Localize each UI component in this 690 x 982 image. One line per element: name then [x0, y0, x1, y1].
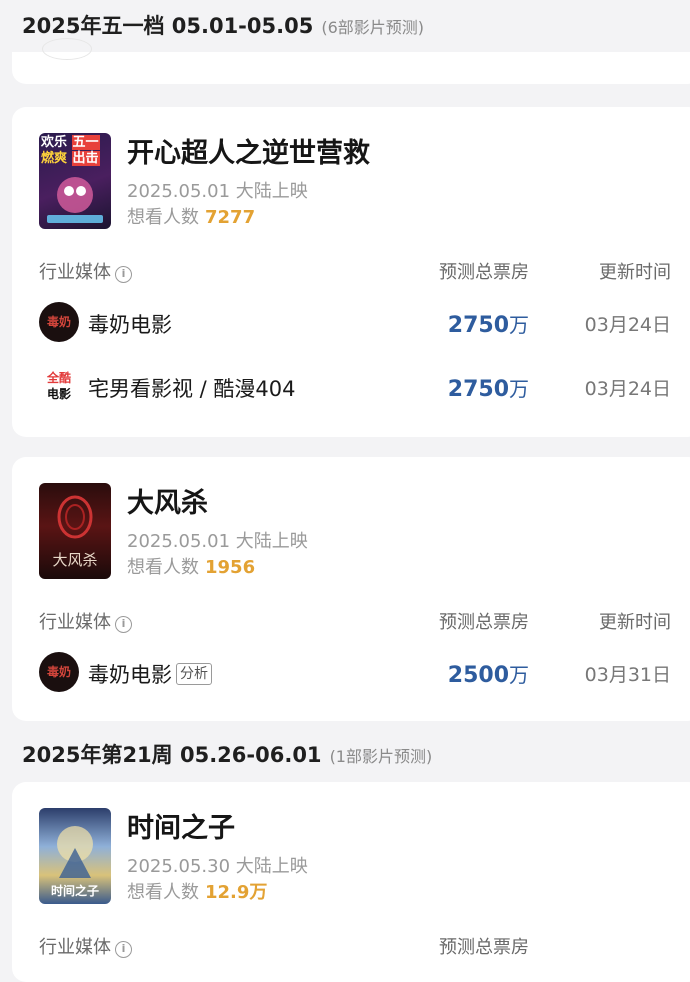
- predicted-box-office: 2750万: [448, 309, 529, 338]
- want-number: 1956: [205, 557, 256, 578]
- movie-title[interactable]: 大风杀: [127, 481, 208, 520]
- poster-text: 欢乐: [41, 135, 68, 150]
- poster-text: 五一: [71, 135, 100, 150]
- box-office-number: 2750: [447, 377, 509, 402]
- box-office-column-header: 预测总票房: [439, 612, 529, 633]
- want-number: 12.9万: [205, 882, 268, 903]
- box-office-unit: 万: [509, 313, 529, 337]
- media-column-header: 行业媒体 i: [39, 258, 132, 284]
- movie-card-2[interactable]: 大风杀 大风杀 2025.05.01 大陆上映 想看人数 1956 行业媒体 i 预…: [12, 457, 690, 721]
- movie-title[interactable]: 时间之子: [127, 806, 235, 845]
- info-icon[interactable]: i: [115, 266, 132, 283]
- release-date: 2025.05.30 大陆上映: [127, 856, 308, 877]
- media-column-label: 行业媒体: [39, 612, 111, 633]
- release-date: 2025.05.01 大陆上映: [127, 181, 308, 202]
- poster-text: 大风杀: [52, 551, 98, 569]
- section-header-week21: 2025年第21周 05.26-06.01 (1部影片预测): [22, 739, 432, 769]
- section-title: 2025年第21周 05.26-06.01: [22, 743, 322, 767]
- update-time: 03月31日: [584, 664, 671, 686]
- box-office-unit: 万: [509, 377, 529, 401]
- poster-text: 时间之子: [50, 884, 99, 898]
- poster-text: 燃爽: [41, 151, 68, 166]
- analysis-tag[interactable]: 分析: [176, 663, 212, 685]
- media-name[interactable]: 毒奶电影: [88, 309, 172, 339]
- box-office-column-header: 预测总票房: [439, 937, 529, 958]
- section-count: (6部影片预测): [321, 18, 424, 37]
- want-label: 想看人数: [127, 882, 199, 903]
- dunai-logo-icon: 毒奶: [39, 652, 79, 692]
- media-column-label: 行业媒体: [39, 937, 111, 958]
- media-name[interactable]: 毒奶电影 分析: [88, 659, 212, 689]
- box-office-unit: 万: [509, 663, 529, 687]
- avatar: [42, 38, 92, 60]
- want-label: 想看人数: [127, 557, 199, 578]
- box-office-number: 2750: [447, 313, 509, 338]
- dunai-logo-icon: 毒奶: [39, 302, 79, 342]
- movie-card-3[interactable]: 时间之子 时间之子 2025.05.30 大陆上映 想看人数 12.9万 行业媒体…: [12, 782, 690, 982]
- want-count: 想看人数 12.9万: [127, 878, 267, 904]
- movie-title[interactable]: 开心超人之逆世营救: [127, 131, 370, 170]
- logo-text: 毒奶: [46, 665, 71, 679]
- previous-card-bottom: [12, 38, 690, 84]
- movie-poster[interactable]: 欢乐 五一 燃爽 出击: [39, 133, 111, 229]
- predicted-box-office: 2750万: [448, 373, 529, 402]
- want-count: 想看人数 7277: [127, 203, 255, 229]
- media-name-text: 毒奶电影: [88, 663, 172, 687]
- logo-text: 电影: [46, 387, 71, 401]
- logo-text: 全酷: [46, 371, 71, 385]
- section-title: 2025年五一档 05.01-05.05: [22, 14, 314, 38]
- poster-text: 出击: [71, 151, 100, 166]
- update-time: 03月24日: [584, 378, 671, 400]
- want-label: 想看人数: [127, 207, 199, 228]
- movie-card-1[interactable]: 欢乐 五一 燃爽 出击 开心超人之逆世营救 2025.05.01 大陆上映 想看…: [12, 107, 690, 437]
- update-time-column-header: 更新时间: [599, 612, 671, 633]
- box-office-column-header: 预测总票房: [439, 262, 529, 283]
- want-number: 7277: [205, 207, 256, 228]
- update-time-column-header: 更新时间: [599, 262, 671, 283]
- section-count: (1部影片预测): [329, 747, 433, 766]
- logo-text: 毒奶: [46, 315, 71, 329]
- media-column-header: 行业媒体 i: [39, 608, 132, 634]
- info-icon[interactable]: i: [115, 616, 132, 633]
- quanku-logo-icon: 全酷 电影: [39, 366, 79, 406]
- info-icon[interactable]: i: [115, 941, 132, 958]
- section-header-mayday: 2025年五一档 05.01-05.05 (6部影片预测): [22, 10, 424, 40]
- media-column-header: 行业媒体 i: [39, 933, 132, 959]
- want-count: 想看人数 1956: [127, 553, 255, 579]
- predicted-box-office: 2500万: [448, 659, 529, 688]
- release-date: 2025.05.01 大陆上映: [127, 531, 308, 552]
- movie-poster[interactable]: 时间之子: [39, 808, 111, 904]
- movie-poster[interactable]: 大风杀: [39, 483, 111, 579]
- media-name[interactable]: 宅男看影视 / 酷漫404: [88, 373, 296, 403]
- media-column-label: 行业媒体: [39, 262, 111, 283]
- box-office-number: 2500: [447, 663, 509, 688]
- update-time: 03月24日: [584, 314, 671, 336]
